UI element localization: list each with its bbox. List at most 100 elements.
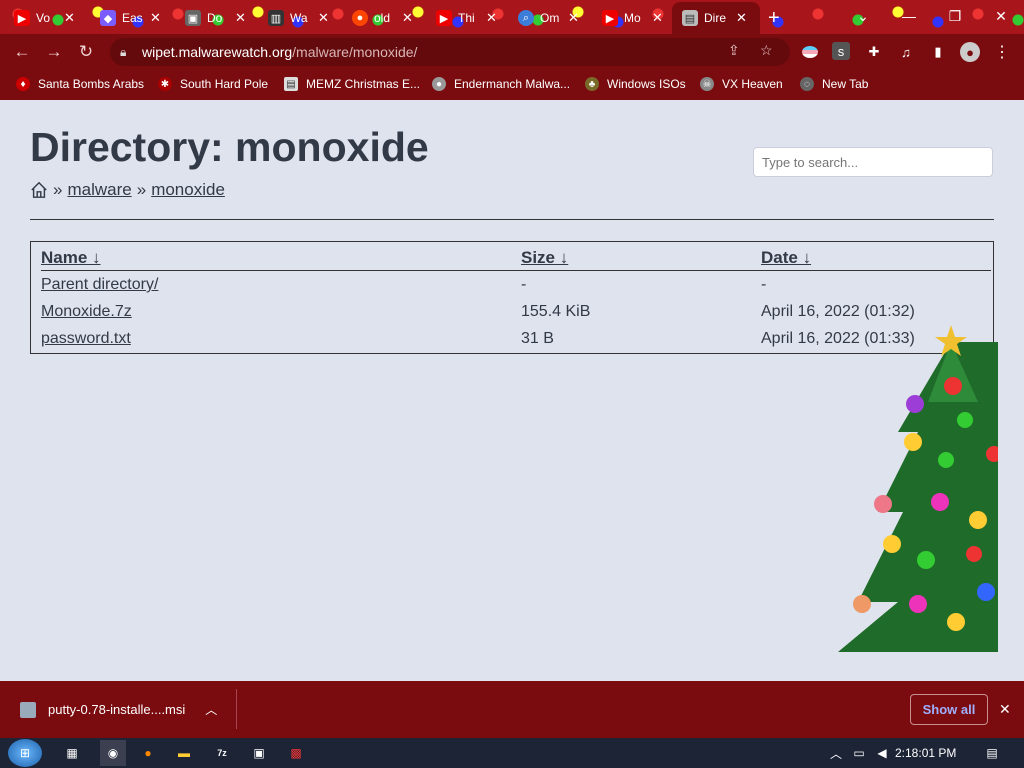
bookmark-item[interactable]: ▤ MEMZ Christmas E... xyxy=(284,77,420,91)
tab-strip: ▶ Vo ✕ ◆ Eas ✕ ▣ Do ✕ ▥ Wa ✕ ● old ✕ ▶ T… xyxy=(0,0,1024,34)
clock[interactable]: 2:18:01 PM xyxy=(895,746,956,760)
close-icon[interactable]: ✕ xyxy=(486,10,497,26)
reddit-icon: ● xyxy=(352,10,368,26)
bookmark-icon: ♣ xyxy=(585,77,599,91)
side-panel-icon[interactable]: ▮ xyxy=(928,42,948,62)
sort-size-header[interactable]: Size ↓ xyxy=(521,248,568,268)
new-tab-button[interactable]: + xyxy=(768,4,780,32)
download-filename: putty-0.78-installe....msi xyxy=(48,702,186,717)
tab-active[interactable]: ▤ Dire ✕ xyxy=(672,2,760,34)
tab-title: Do xyxy=(207,11,223,25)
chevron-up-icon[interactable]: ︿ xyxy=(826,743,846,763)
address-bar[interactable]: 🔒︎ wipet.malwarewatch.org/malware/monoxi… xyxy=(110,38,790,66)
tab-title: old xyxy=(374,11,391,25)
profile-avatar[interactable]: ● xyxy=(960,42,980,62)
globe-icon: ◌ xyxy=(800,77,814,91)
youtube-icon: ▶ xyxy=(436,10,452,26)
close-icon[interactable]: ✕ xyxy=(568,10,579,26)
tab-2[interactable]: ◆ Eas ✕ xyxy=(100,4,161,32)
lock-icon: 🔒︎ xyxy=(120,44,127,59)
firefox-taskbar-icon[interactable]: ● xyxy=(138,743,158,763)
close-icon[interactable]: ✕ xyxy=(652,10,663,26)
tab-1[interactable]: ▶ Vo ✕ xyxy=(14,4,75,32)
back-icon[interactable]: ← xyxy=(10,40,34,64)
minimize-icon[interactable]: — xyxy=(886,0,932,32)
tab-6[interactable]: ▶ Thi ✕ xyxy=(436,4,497,32)
putty-taskbar-icon[interactable]: ▣ xyxy=(249,743,269,763)
search-input[interactable] xyxy=(753,147,993,177)
close-icon[interactable]: ✕ xyxy=(318,10,329,26)
breadcrumb-link-monoxide[interactable]: monoxide xyxy=(151,180,225,200)
bookmark-item[interactable]: ♣ Windows ISOs xyxy=(585,77,686,91)
app-taskbar-icon[interactable]: ▩ xyxy=(286,743,306,763)
tab-8[interactable]: ▶ Mo ✕ xyxy=(602,4,663,32)
download-item[interactable]: putty-0.78-installe....msi ︿ xyxy=(20,701,217,718)
network-icon[interactable]: ▭ xyxy=(849,743,869,763)
close-icon[interactable]: ✕ xyxy=(150,10,161,26)
file-link-password-txt[interactable]: password.txt xyxy=(41,330,131,348)
url-path: /malware/monoxide/ xyxy=(292,44,418,60)
file-size: 155.4 KiB xyxy=(521,303,591,320)
reload-icon[interactable]: ↻ xyxy=(74,40,98,64)
chrome-taskbar-icon[interactable]: ◉ xyxy=(100,740,126,766)
extensions-puzzle-icon[interactable]: ✚ xyxy=(864,42,884,62)
close-icon[interactable]: ✕ xyxy=(64,10,75,26)
chevron-up-icon[interactable]: ︿ xyxy=(205,701,217,718)
file-date: - xyxy=(761,276,767,293)
show-all-button[interactable]: Show all xyxy=(910,694,988,725)
notification-icon[interactable]: ▤ xyxy=(982,743,1002,763)
file-date: April 16, 2022 (01:32) xyxy=(761,303,915,320)
tab-3[interactable]: ▣ Do ✕ xyxy=(185,4,246,32)
youtube-icon: ▶ xyxy=(14,10,30,26)
bookmark-item[interactable]: ◌ New Tab xyxy=(800,77,868,91)
sort-date-header[interactable]: Date ↓ xyxy=(761,248,811,268)
file-explorer-icon[interactable]: ▬ xyxy=(174,743,194,763)
close-icon[interactable]: ✕ xyxy=(999,701,1011,718)
bookmark-icon: ✱ xyxy=(158,77,172,91)
media-icon[interactable]: ♫ xyxy=(896,42,916,62)
christmas-tree-decoration xyxy=(838,325,998,652)
divider xyxy=(30,219,994,220)
bookmark-label: Endermanch Malwa... xyxy=(454,77,571,91)
bookmark-label: New Tab xyxy=(822,77,869,91)
menu-icon[interactable]: ⋮ xyxy=(992,42,1012,62)
s-extension-icon[interactable]: s xyxy=(832,42,850,60)
bookmark-label: Windows ISOs xyxy=(607,77,686,91)
chevron-down-icon[interactable]: ⌄ xyxy=(840,0,886,32)
app-icon: ◆ xyxy=(100,10,116,26)
star-icon[interactable]: ☆ xyxy=(760,42,773,59)
search-icon: ⌕ xyxy=(518,10,534,26)
file-link-monoxide-7z[interactable]: Monoxide.7z xyxy=(41,303,132,321)
7zip-taskbar-icon[interactable]: 7z xyxy=(212,743,232,763)
breadcrumb-link-malware[interactable]: malware xyxy=(67,180,131,200)
tab-5[interactable]: ● old ✕ xyxy=(352,4,413,32)
breadcrumb-separator: » xyxy=(136,180,147,199)
tab-title: Thi xyxy=(458,11,475,25)
close-icon[interactable]: ✕ xyxy=(736,10,747,26)
tab-title: Wa xyxy=(290,11,308,25)
sort-name-header[interactable]: Name ↓ xyxy=(41,248,101,268)
breadcrumb: » malware » monoxide xyxy=(30,180,225,200)
bookmarks-bar: ♦ Santa Bombs Arabs ✱ South Hard Pole ▤ MEM… xyxy=(0,70,1024,100)
tab-title: Eas xyxy=(122,11,142,25)
start-button[interactable]: ⊞ xyxy=(8,739,42,767)
archive-icon: ▥ xyxy=(268,10,284,26)
bookmark-item[interactable]: ♦ Santa Bombs Arabs xyxy=(16,77,144,91)
task-view-icon[interactable]: ▦ xyxy=(62,743,82,763)
bookmark-item[interactable]: ● Endermanch Malwa... xyxy=(432,77,570,91)
tab-7[interactable]: ⌕ Om ✕ xyxy=(518,4,579,32)
youtube-icon: ▶ xyxy=(602,10,618,26)
close-window-icon[interactable]: ✕ xyxy=(978,0,1024,32)
volume-icon[interactable]: ◀ xyxy=(872,743,892,763)
forward-icon[interactable]: → xyxy=(42,40,66,64)
file-link-parent[interactable]: Parent directory/ xyxy=(41,276,158,294)
close-icon[interactable]: ✕ xyxy=(402,10,413,26)
tab-4[interactable]: ▥ Wa ✕ xyxy=(268,4,329,32)
share-icon[interactable]: ⇪ xyxy=(728,42,740,59)
bookmark-item[interactable]: ☠ VX Heaven xyxy=(700,77,783,91)
flag-extension-icon[interactable] xyxy=(800,42,820,62)
home-icon[interactable] xyxy=(30,181,48,199)
restore-icon[interactable]: ❐ xyxy=(932,0,978,32)
bookmark-item[interactable]: ✱ South Hard Pole xyxy=(158,77,268,91)
close-icon[interactable]: ✕ xyxy=(235,10,246,26)
